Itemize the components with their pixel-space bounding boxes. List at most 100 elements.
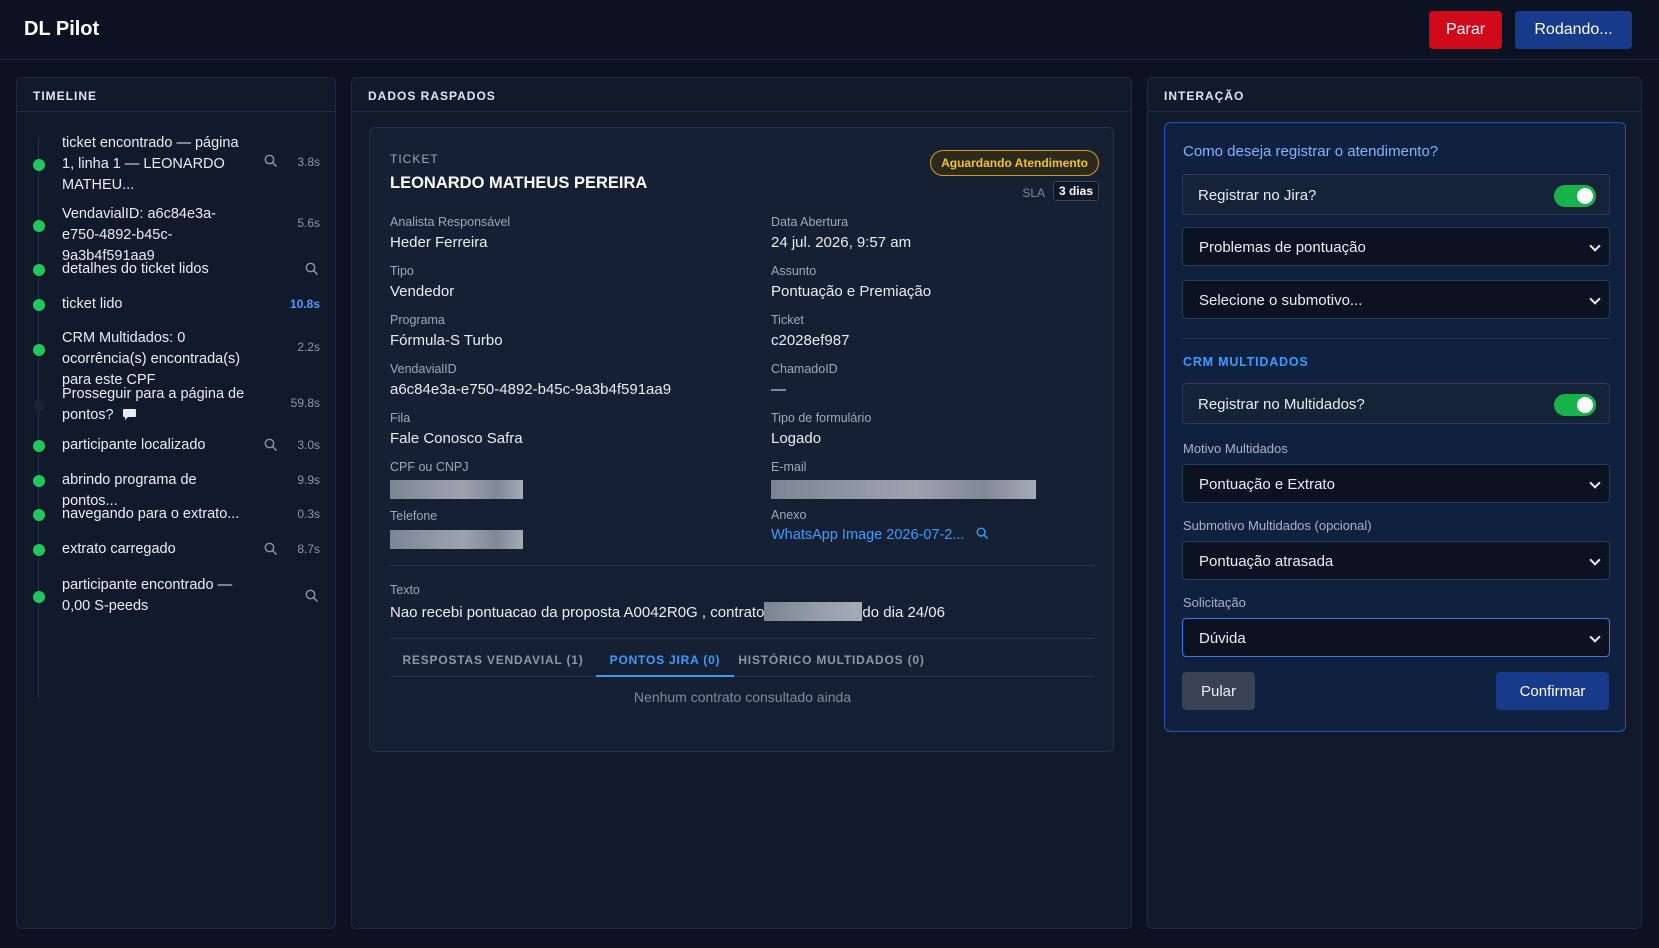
section-divider <box>1182 338 1610 339</box>
field-telefone: Telefone <box>390 509 437 523</box>
attachment-name[interactable]: WhatsApp Image 2026-07-2... <box>771 527 964 543</box>
sla-value: 3 dias <box>1052 181 1099 201</box>
ticket-card: TICKET LEONARDO MATHEUS PEREIRA Aguardan… <box>369 127 1114 752</box>
divider <box>390 565 1095 566</box>
timeline-title: TIMELINE <box>17 78 335 112</box>
timeline-duration: 3.0s <box>297 438 320 452</box>
search-icon[interactable] <box>264 154 278 168</box>
running-button[interactable]: Rodando... <box>1515 11 1632 49</box>
timeline-item: extrato carregado 8.7s <box>17 539 335 563</box>
timeline-item-text: navegando para o extrato... <box>62 506 240 522</box>
search-icon[interactable] <box>264 542 278 556</box>
sla-label: SLA <box>1022 186 1045 200</box>
timeline-item: CRM Multidados: 0 ocorrência(s) encontra… <box>17 328 335 388</box>
redacted-telefone <box>390 530 523 549</box>
field-label: ChamadoID <box>771 362 838 376</box>
status-dot <box>33 220 45 232</box>
message-text-end: do dia 24/06 <box>862 604 945 621</box>
motivo-select[interactable]: Problemas de pontuação <box>1182 227 1610 266</box>
timeline-item: abrindo programa de pontos... 9.9s <box>17 470 335 509</box>
field-label: CPF ou CNPJ <box>390 460 469 474</box>
search-icon[interactable] <box>264 438 278 452</box>
skip-button[interactable]: Pular <box>1182 672 1255 710</box>
multidados-toggle[interactable] <box>1554 394 1596 416</box>
field-anexo: Anexo WhatsApp Image 2026-07-2... <box>771 508 989 544</box>
redacted-contract <box>764 602 863 621</box>
tab-pontos-jira[interactable]: PONTOS JIRA (0) <box>596 642 734 677</box>
motivo-multidados-value: Pontuação e Extrato <box>1199 476 1335 493</box>
chevron-down-icon <box>1589 477 1601 489</box>
timeline-item-text: participante localizado <box>62 437 206 453</box>
timeline-item: participante encontrado — 0,00 S-peeds <box>17 575 335 617</box>
timeline-duration: 5.6s <box>297 216 320 230</box>
field-value: Pontuação e Premiação <box>771 283 932 300</box>
chevron-down-icon <box>1589 240 1601 252</box>
jira-toggle-row: Registrar no Jira? <box>1182 174 1610 215</box>
motivo-multidados-select[interactable]: Pontuação e Extrato <box>1182 464 1610 503</box>
timeline-item: navegando para o extrato... 0.3s <box>17 504 335 528</box>
field-chamado: ChamadoID — <box>771 362 838 398</box>
submotivo-multidados-select[interactable]: Pontuação atrasada <box>1182 541 1610 580</box>
field-value: Logado <box>771 430 822 447</box>
status-dot <box>33 440 45 452</box>
multidados-toggle-label: Registrar no Multidados? <box>1198 396 1365 413</box>
search-icon[interactable] <box>305 262 319 276</box>
search-icon[interactable] <box>976 527 989 544</box>
timeline-duration: 59.8s <box>290 396 320 410</box>
status-dot <box>33 509 45 521</box>
timeline-duration: 2.2s <box>297 340 320 354</box>
chat-icon[interactable] <box>122 407 137 428</box>
attachment-link[interactable]: WhatsApp Image 2026-07-2... <box>771 527 989 544</box>
confirm-button[interactable]: Confirmar <box>1496 672 1609 710</box>
field-value: 24 jul. 2026, 9:57 am <box>771 234 912 251</box>
tab-respostas-vendavial[interactable]: RESPOSTAS VENDAVIAL (1) <box>390 642 596 677</box>
timeline-item-text: VendavialID: a6c84e3a-e750-4892-b45c-9a3… <box>62 206 216 264</box>
tab-historico-multidados[interactable]: HISTÓRICO MULTIDADOS (0) <box>734 642 929 677</box>
ticket-kicker: TICKET <box>390 152 439 166</box>
submotivo-multidados-value: Pontuação atrasada <box>1199 553 1334 570</box>
interaction-title: INTERAÇÃO <box>1148 78 1641 112</box>
multidados-toggle-row: Registrar no Multidados? <box>1182 383 1610 424</box>
status-dot <box>33 344 45 356</box>
motivo-select-value: Problemas de pontuação <box>1199 239 1366 256</box>
field-assunto: Assunto Pontuação e Premiação <box>771 264 931 300</box>
timeline-item-label: Prosseguir para a página de pontos? <box>62 386 245 423</box>
solicitacao-select[interactable]: Dúvida <box>1182 618 1610 657</box>
divider <box>390 638 1095 639</box>
field-label: Tipo <box>390 264 414 278</box>
timeline-item: ticket encontrado — página 1, linha 1 — … <box>17 133 335 195</box>
timeline-duration: 0.3s <box>297 507 320 521</box>
field-ticket: Ticket c2028ef987 <box>771 313 849 349</box>
submotivo-select[interactable]: Selecione o submotivo... <box>1182 280 1610 319</box>
jira-toggle-label: Registrar no Jira? <box>1198 187 1317 204</box>
field-value: Fórmula-S Turbo <box>390 332 503 349</box>
field-label: Data Abertura <box>771 215 849 229</box>
field-label: Fila <box>390 411 411 425</box>
timeline-item-text: participante encontrado — 0,00 S-peeds <box>62 577 233 614</box>
interaction-question: Como deseja registrar o atendimento? <box>1183 143 1439 160</box>
message-text: Nao recebi pontuacao da proposta A0042R0… <box>390 602 945 621</box>
search-icon[interactable] <box>305 589 319 603</box>
stop-button[interactable]: Parar <box>1429 11 1502 49</box>
field-label: Ticket <box>771 313 804 327</box>
solicitacao-value: Dúvida <box>1199 630 1246 647</box>
field-label: Telefone <box>390 509 438 523</box>
field-value: Vendedor <box>390 283 455 300</box>
app-title: DL Pilot <box>24 18 100 40</box>
field-value: — <box>771 381 786 398</box>
empty-state-text: Nenhum contrato consultado ainda <box>633 689 852 705</box>
field-label: Anexo <box>771 508 807 522</box>
jira-toggle[interactable] <box>1554 185 1596 207</box>
field-email: E-mail <box>771 460 806 474</box>
status-dot <box>33 400 45 412</box>
submotivo-select-value: Selecione o submotivo... <box>1199 292 1363 309</box>
field-fila: Fila Fale Conosco Safra <box>390 411 523 447</box>
status-dot <box>33 299 45 311</box>
chevron-down-icon <box>1589 631 1601 643</box>
field-value: c2028ef987 <box>771 332 850 349</box>
timeline-item: ticket lido 10.8s <box>17 294 335 318</box>
timeline-item-text: ticket lido <box>62 296 123 312</box>
interaction-card: Como deseja registrar o atendimento? Reg… <box>1164 122 1626 732</box>
redacted-cpf <box>390 480 523 499</box>
ticket-customer-name: LEONARDO MATHEUS PEREIRA <box>390 174 648 192</box>
